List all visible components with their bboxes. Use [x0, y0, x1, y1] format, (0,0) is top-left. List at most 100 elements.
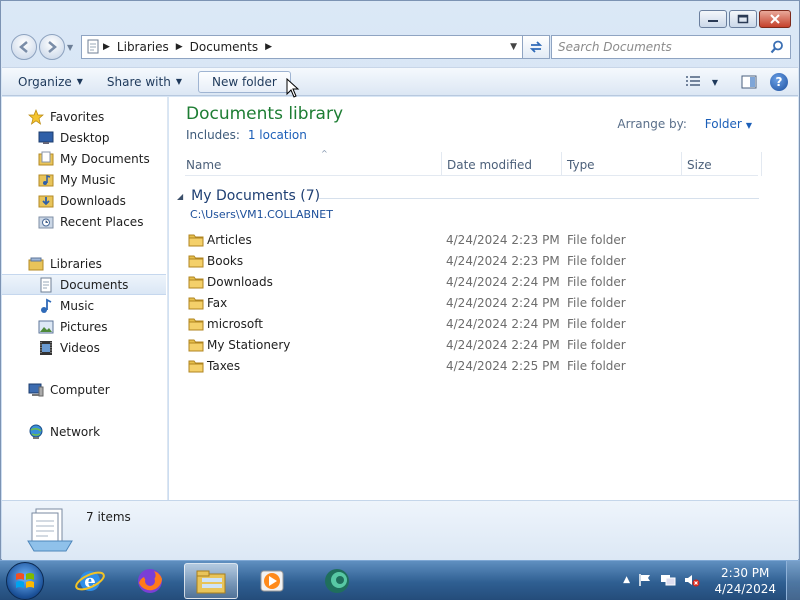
start-button[interactable] [6, 562, 44, 600]
file-date-modified: 4/24/2024 2:24 PM [446, 316, 560, 331]
file-row[interactable]: My Stationery 4/24/2024 2:24 PM File folde… [185, 334, 755, 355]
breadcrumb-documents[interactable]: Documents [186, 40, 262, 54]
organize-button[interactable]: Organize ▼ [10, 71, 91, 93]
column-divider[interactable] [761, 152, 762, 176]
videos-icon [38, 340, 54, 356]
column-header-name[interactable]: Name [186, 158, 221, 172]
search-input[interactable] [558, 40, 758, 54]
view-options-dropdown[interactable]: ▼ [712, 78, 718, 87]
preview-pane-button[interactable] [738, 71, 760, 93]
breadcrumb-libraries[interactable]: Libraries [113, 40, 173, 54]
new-folder-button[interactable]: New folder [197, 70, 291, 93]
address-bar[interactable]: ▶ Libraries ▶ Documents ▶ ▼ [81, 35, 524, 59]
new-folder-label: New folder [211, 74, 277, 89]
taskbar-clock[interactable]: 2:30 PM 4/24/2024 [714, 565, 776, 597]
desktop-icon [38, 130, 54, 146]
search-box[interactable] [551, 35, 791, 59]
file-name: Downloads [207, 274, 273, 289]
details-pane: 7 items [2, 500, 798, 560]
column-divider[interactable] [681, 152, 682, 176]
column-header-type[interactable]: Type [567, 158, 595, 172]
help-button[interactable]: ? [768, 71, 790, 93]
network-status-icon[interactable] [660, 573, 676, 587]
maximize-button[interactable] [729, 10, 757, 28]
document-icon [38, 277, 54, 293]
nav-computer[interactable]: Computer [2, 379, 166, 400]
address-history-dropdown[interactable]: ▼ [510, 42, 517, 52]
column-header-date-modified[interactable]: Date modified [447, 158, 532, 172]
network-icon [28, 424, 44, 440]
file-name: Books [207, 253, 244, 268]
change-view-button[interactable] [682, 71, 704, 93]
close-button[interactable] [759, 10, 791, 28]
nav-label: Desktop [60, 130, 110, 145]
file-row[interactable]: Articles 4/24/2024 2:23 PM File folder [185, 229, 755, 250]
back-button[interactable] [11, 34, 37, 60]
volume-muted-icon[interactable] [684, 573, 700, 587]
arrange-by: Arrange by: Folder ▼ [617, 117, 752, 131]
preview-pane-icon [741, 75, 757, 89]
collapse-triangle-icon[interactable]: ◢ [177, 192, 183, 201]
column-divider[interactable] [441, 152, 442, 176]
nav-my-documents[interactable]: My Documents [2, 148, 166, 169]
show-hidden-icons-button[interactable]: ▲ [623, 575, 630, 585]
taskbar-windows-explorer[interactable] [184, 563, 238, 599]
folder-icon [188, 295, 204, 313]
includes-label: Includes: [186, 128, 240, 142]
refresh-button[interactable] [522, 35, 550, 59]
nav-favorites[interactable]: Favorites [2, 106, 166, 127]
file-row[interactable]: Books 4/24/2024 2:23 PM File folder [185, 250, 755, 271]
taskbar-internet-explorer[interactable]: e [63, 563, 117, 599]
arrange-by-dropdown[interactable]: Folder [705, 117, 742, 131]
minimize-button[interactable] [699, 10, 727, 28]
downloads-folder-icon [38, 193, 54, 209]
nav-documents[interactable]: Documents [2, 274, 166, 295]
file-name: Taxes [207, 358, 241, 373]
file-type: File folder [567, 358, 626, 373]
mouse-pointer-icon [286, 78, 300, 98]
taskbar-app[interactable] [310, 563, 364, 599]
file-row[interactable]: Taxes 4/24/2024 2:25 PM File folder [185, 355, 755, 376]
column-divider[interactable] [561, 152, 562, 176]
nav-desktop[interactable]: Desktop [2, 127, 166, 148]
forward-button[interactable] [39, 34, 65, 60]
nav-recent-places[interactable]: Recent Places [2, 211, 166, 232]
music-folder-icon [38, 172, 54, 188]
share-with-button[interactable]: Share with ▼ [99, 71, 190, 93]
file-row[interactable]: Fax 4/24/2024 2:24 PM File folder [185, 292, 755, 313]
action-center-flag-icon[interactable] [638, 573, 652, 587]
chevron-down-icon[interactable]: ▼ [746, 121, 752, 130]
recent-pages-dropdown[interactable]: ▼ [67, 43, 73, 52]
nav-libraries[interactable]: Libraries [2, 253, 166, 274]
file-list-pane: Documents library Includes: 1 location A… [169, 97, 798, 500]
nav-network[interactable]: Network [2, 421, 166, 442]
file-name: Fax [207, 295, 228, 310]
group-header[interactable]: ◢ My Documents (7) [177, 188, 759, 204]
search-icon[interactable] [770, 40, 784, 54]
taskbar-media-player[interactable] [245, 563, 299, 599]
nav-my-music[interactable]: My Music [2, 169, 166, 190]
file-type: File folder [567, 337, 626, 352]
nav-music[interactable]: Music [2, 295, 166, 316]
media-player-icon [260, 570, 284, 592]
breadcrumb-separator[interactable]: ▶ [265, 42, 272, 52]
breadcrumb-label: Libraries [116, 40, 169, 54]
nav-videos[interactable]: Videos [2, 337, 166, 358]
file-row[interactable]: Downloads 4/24/2024 2:24 PM File folder [185, 271, 755, 292]
forward-arrow-icon [48, 41, 57, 53]
file-row[interactable]: microsoft 4/24/2024 2:24 PM File folder [185, 313, 755, 334]
close-icon [770, 14, 780, 24]
column-header-size[interactable]: Size [687, 158, 712, 172]
show-desktop-button[interactable] [786, 561, 800, 600]
nav-label: Downloads [60, 193, 126, 208]
nav-pictures[interactable]: Pictures [2, 316, 166, 337]
file-name: My Stationery [207, 337, 291, 352]
library-locations-link[interactable]: 1 location [248, 128, 307, 142]
group-path: C:\Users\VM1.COLLABNET [190, 208, 333, 221]
nav-downloads[interactable]: Downloads [2, 190, 166, 211]
taskbar-firefox[interactable] [123, 563, 177, 599]
breadcrumb-separator[interactable]: ▶ [176, 42, 183, 52]
nav-label: Favorites [50, 109, 105, 124]
breadcrumb-separator[interactable]: ▶ [103, 42, 110, 52]
clock-date: 4/24/2024 [714, 582, 776, 596]
